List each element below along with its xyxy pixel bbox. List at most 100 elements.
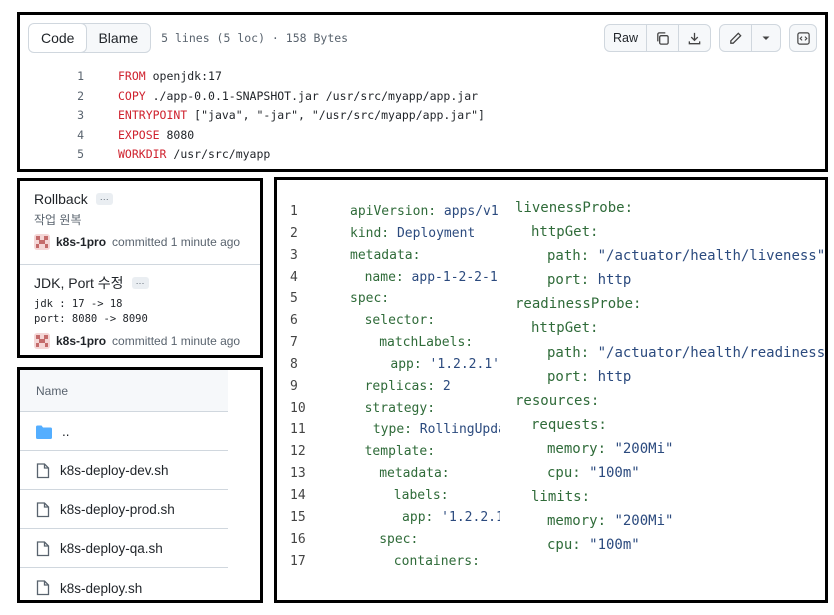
file-name[interactable]: k8s-deploy-dev.sh <box>60 463 169 478</box>
yaml-code: template: <box>350 441 435 463</box>
yaml-line: 8 app: '1.2.2.1' <box>290 354 500 376</box>
commit-body-line: port: 8080 -> 8090 <box>34 313 148 325</box>
file-name[interactable]: k8s-deploy-prod.sh <box>60 502 175 517</box>
yaml-code: containers: <box>350 551 480 573</box>
symbols-button[interactable] <box>789 24 817 52</box>
line-number: 6 <box>290 313 298 329</box>
commit-title[interactable]: JDK, Port 수정 <box>34 273 124 293</box>
commit-author-line: k8s-1pro committed 1 minute ago <box>34 234 252 250</box>
avatar[interactable] <box>34 234 50 250</box>
yaml-value: "100m" <box>580 537 640 554</box>
line-number: 17 <box>290 553 306 569</box>
code-keyword: COPY <box>118 88 146 103</box>
yaml-line: memory: "200Mi" <box>515 437 825 461</box>
edit-button[interactable] <box>720 25 752 51</box>
code-keyword: WORKDIR <box>118 147 167 162</box>
file-row[interactable]: k8s-deploy-dev.sh <box>20 452 228 490</box>
yaml-key: httpGet: <box>531 224 599 241</box>
copy-icon <box>657 31 669 45</box>
raw-button[interactable]: Raw <box>605 25 647 51</box>
file-name[interactable]: k8s-deploy.sh <box>60 581 142 596</box>
file-icon <box>36 540 50 556</box>
yaml-value: app-1-2-2-1 <box>403 269 498 285</box>
yaml-key: path: <box>547 248 590 265</box>
download-button[interactable] <box>679 25 710 51</box>
yaml-line: cpu: "100m" <box>515 461 825 485</box>
tab-blame[interactable]: Blame <box>86 24 150 52</box>
line-number: 4 <box>77 127 84 142</box>
code-keyword: FROM <box>118 69 146 83</box>
code-line: 3 ENTRYPOINT ["java", "-jar", "/usr/src/m… <box>40 106 485 126</box>
line-number: 4 <box>290 269 298 285</box>
file-list-header: Name <box>20 370 228 412</box>
yaml-key: port: <box>547 368 590 385</box>
expand-message-button[interactable]: ··· <box>95 193 113 205</box>
yaml-line: 6 selector: <box>290 310 500 332</box>
yaml-value: '1.2.2.1' <box>421 356 500 372</box>
yaml-code: metadata: <box>350 245 420 267</box>
code-text: 8080 <box>159 127 195 142</box>
line-number: 10 <box>290 400 306 416</box>
yaml-key: matchLabels: <box>379 335 474 351</box>
commit-item[interactable]: JDK, Port 수정 ··· jdk : 17 -> 18 port: 808… <box>34 273 252 349</box>
file-row[interactable]: k8s-deploy-prod.sh <box>20 491 228 529</box>
file-meta: 5 lines (5 loc) · 158 Bytes <box>161 31 349 45</box>
line-number: 14 <box>290 487 306 503</box>
yaml-key: template: <box>364 444 436 460</box>
commit-body-line: jdk : 17 -> 18 <box>34 298 123 310</box>
yaml-line: 3 metadata: <box>290 245 500 267</box>
yaml-code: spec: <box>350 529 418 551</box>
code-keyword: ENTRYPOINT <box>118 108 188 123</box>
line-number: 8 <box>290 356 298 372</box>
yaml-key: strategy: <box>364 400 436 416</box>
yaml-key: memory: <box>547 513 607 530</box>
line-number: 2 <box>77 88 84 103</box>
line-number: 1 <box>77 69 84 83</box>
yaml-code: name: app-1-2-2-1 <box>350 267 498 289</box>
code-line: 2 COPY ./app-0.0.1-SNAPSHOT.jar /usr/src/… <box>40 87 485 107</box>
commit-item[interactable]: Rollback ··· 작업 원복 k8s-1pro committed 1 mi… <box>34 191 252 250</box>
file-viewer: Code Blame 5 lines (5 loc) · 158 Bytes R… <box>17 12 828 172</box>
file-name[interactable]: k8s-deploy-qa.sh <box>60 541 163 556</box>
yaml-key: selector: <box>364 313 436 329</box>
yaml-value: "/actuator/health/readiness" <box>589 344 828 361</box>
yaml-line: path: "/actuator/health/readiness" <box>515 341 828 365</box>
avatar[interactable] <box>34 333 50 349</box>
commit-author[interactable]: k8s-1pro <box>56 334 106 348</box>
file-row[interactable]: k8s-deploy-qa.sh <box>20 530 228 568</box>
yaml-code: spec: <box>350 288 389 310</box>
line-number: 5 <box>77 147 84 162</box>
line-number: 9 <box>290 378 298 394</box>
copy-raw-button[interactable] <box>647 25 679 51</box>
yaml-line: httpGet: <box>515 220 825 244</box>
yaml-line: resources: <box>515 389 825 413</box>
file-name[interactable]: .. <box>62 424 70 439</box>
yaml-key: memory: <box>547 440 607 457</box>
expand-message-button[interactable]: ··· <box>131 277 149 289</box>
file-row[interactable]: k8s-deploy.sh <box>20 569 228 600</box>
commit-time: committed 1 minute ago <box>112 334 241 348</box>
commit-title[interactable]: Rollback <box>34 191 88 207</box>
yaml-line: requests: <box>515 413 825 437</box>
file-toolbar: Code Blame 5 lines (5 loc) · 158 Bytes R… <box>28 21 817 55</box>
yaml-line: livenessProbe: <box>515 196 825 220</box>
folder-row-parent[interactable]: .. <box>20 413 228 451</box>
edit-menu-button[interactable] <box>752 25 780 51</box>
yaml-code: kind: Deployment <box>350 223 475 245</box>
line-number: 7 <box>290 335 298 351</box>
yaml-value: '1.2.2.1' <box>441 509 500 525</box>
commit-author-line: k8s-1pro committed 1 minute ago <box>34 333 252 349</box>
yaml-line: 11 type: RollingUpdate <box>290 419 500 441</box>
line-number: 12 <box>290 444 306 460</box>
tab-code[interactable]: Code <box>29 24 88 52</box>
yaml-value: http <box>589 272 632 289</box>
line-number: 5 <box>290 291 298 307</box>
yaml-line: 10 strategy: <box>290 398 500 420</box>
yaml-key: readinessProbe: <box>515 296 642 313</box>
code-text: ["java", "-jar", "/usr/src/myapp/app.jar… <box>187 108 485 123</box>
yaml-line: path: "/actuator/health/liveness" <box>515 244 825 268</box>
dockerfile-code: 1 FROM openjdk:17 2 COPY ./app-0.0.1-SNAPS… <box>40 67 485 165</box>
pencil-icon <box>730 31 742 44</box>
commit-author[interactable]: k8s-1pro <box>56 235 106 249</box>
yaml-line: readinessProbe: <box>515 292 825 316</box>
